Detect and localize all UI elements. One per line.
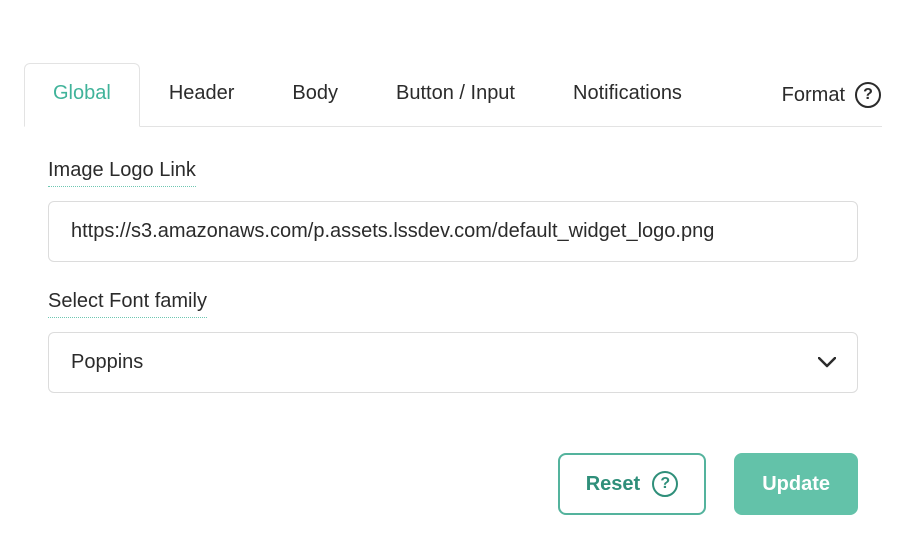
help-icon[interactable]: ? (652, 471, 678, 497)
update-button[interactable]: Update (734, 453, 858, 515)
tab-format-label: Format (782, 84, 845, 107)
select-font-family[interactable]: Poppins (48, 332, 858, 393)
tabs-bar: Global Header Body Button / Input Notifi… (24, 62, 882, 127)
tab-format[interactable]: Format ? (753, 63, 882, 127)
actions-bar: Reset ? Update (24, 453, 882, 515)
tab-button-input[interactable]: Button / Input (367, 63, 544, 127)
field-font-family: Select Font family Poppins (48, 290, 858, 393)
tab-global[interactable]: Global (24, 63, 140, 127)
tab-notifications[interactable]: Notifications (544, 63, 711, 127)
label-logo-link: Image Logo Link (48, 159, 196, 187)
update-button-label: Update (762, 473, 830, 496)
tab-header[interactable]: Header (140, 63, 264, 127)
field-logo-link: Image Logo Link (48, 159, 858, 262)
help-icon[interactable]: ? (855, 82, 881, 108)
tab-panel-global: Image Logo Link Select Font family Poppi… (24, 127, 882, 393)
tab-body[interactable]: Body (263, 63, 367, 127)
input-logo-link[interactable] (48, 201, 858, 262)
reset-button-label: Reset (586, 473, 640, 496)
reset-button[interactable]: Reset ? (558, 453, 706, 515)
label-font-family: Select Font family (48, 290, 207, 318)
